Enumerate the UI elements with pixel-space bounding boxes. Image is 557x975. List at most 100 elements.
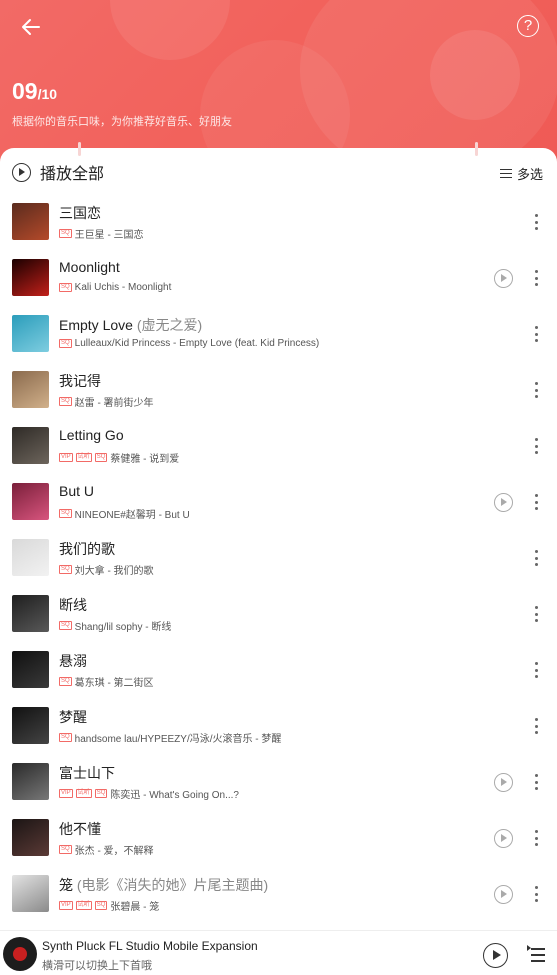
artist-album-text: Kali Uchis - Moonlight xyxy=(74,282,172,293)
quality-badge: SQ xyxy=(59,339,72,348)
song-meta: VIP 试听 SQ 陈奕迅 - What's Going On...? xyxy=(59,786,239,801)
list-icon xyxy=(499,168,512,179)
song-row[interactable]: 我记得 SQ 赵雷 - 署前街少年 xyxy=(0,371,557,427)
artist-album-text: 陈奕迅 - What's Going On...? xyxy=(110,790,239,801)
more-options-icon[interactable] xyxy=(535,270,539,286)
artist-album-text: Lulleaux/Kid Princess - Empty Love (feat… xyxy=(74,338,320,349)
song-row[interactable]: Empty Love (虚无之爱) SQ Lulleaux/Kid Princess… xyxy=(0,315,557,371)
song-title-text: 笼 xyxy=(59,877,73,893)
quality-badge: SQ xyxy=(94,901,108,910)
mv-play-icon[interactable] xyxy=(494,269,513,288)
album-disc-icon[interactable] xyxy=(3,937,37,971)
song-title-text: 三国恋 xyxy=(59,205,101,221)
song-row[interactable]: 他不懂 SQ 张杰 - 爱，不解释 xyxy=(0,819,557,875)
song-meta: SQ 葛东琪 - 第二街区 xyxy=(59,674,154,689)
song-title-text: 我们的歌 xyxy=(59,541,115,557)
help-icon[interactable]: ? xyxy=(517,15,539,37)
progress-current: 09 xyxy=(12,78,38,104)
song-row[interactable]: 梦醒 SQ handsome lau/HYPEEZY/冯泳/火滚音乐 - 梦醒 xyxy=(0,707,557,763)
song-meta: SQ NINEONE#赵馨玥 - But U xyxy=(59,506,190,521)
song-row[interactable]: Letting Go VIP 试听 SQ 蔡健雅 - 说到爱 xyxy=(0,427,557,483)
mini-player[interactable]: Synth Pluck FL Studio Mobile Expansion 横… xyxy=(0,930,557,975)
more-options-icon[interactable] xyxy=(535,830,539,846)
song-title-text: Letting Go xyxy=(59,427,124,443)
song-meta: SQ 赵雷 - 署前街少年 xyxy=(59,394,154,409)
song-row[interactable]: 富士山下 VIP 试听 SQ 陈奕迅 - What's Going On...? xyxy=(0,763,557,819)
song-title-sub: (电影《消失的她》片尾主题曲) xyxy=(73,877,269,893)
song-title-text: 我记得 xyxy=(59,373,101,389)
song-title: 断线 xyxy=(59,595,87,615)
quality-badge: 试听 xyxy=(75,901,92,910)
album-cover xyxy=(12,763,49,800)
quality-badge: 试听 xyxy=(75,789,92,798)
scroll-tick xyxy=(78,142,81,156)
artist-album-text: 刘大拿 - 我们的歌 xyxy=(74,566,154,577)
more-options-icon[interactable] xyxy=(535,382,539,398)
quality-badge: SQ xyxy=(59,509,72,518)
back-arrow-icon[interactable] xyxy=(18,14,44,40)
more-options-icon[interactable] xyxy=(535,326,539,342)
quality-badge: SQ xyxy=(59,677,72,686)
quality-badge: SQ xyxy=(59,565,72,574)
artist-album-text: 蔡健雅 - 说到爱 xyxy=(110,454,180,465)
song-title: 我们的歌 xyxy=(59,539,115,559)
song-meta: SQ Kali Uchis - Moonlight xyxy=(59,282,171,293)
album-cover xyxy=(12,539,49,576)
song-title: 梦醒 xyxy=(59,707,87,727)
song-title-text: 他不懂 xyxy=(59,821,101,837)
mv-play-icon[interactable] xyxy=(494,829,513,848)
song-meta: SQ Shang/lil sophy - 断线 xyxy=(59,618,171,633)
player-title: Synth Pluck FL Studio Mobile Expansion xyxy=(42,939,258,953)
song-meta: SQ Lulleaux/Kid Princess - Empty Love (fe… xyxy=(59,338,319,349)
album-cover xyxy=(12,259,49,296)
song-row[interactable]: 断线 SQ Shang/lil sophy - 断线 xyxy=(0,595,557,651)
song-title-text: 断线 xyxy=(59,597,87,613)
playlist-icon[interactable] xyxy=(527,945,547,965)
recommend-header: ? 09/10 根据你的音乐口味，为你推荐好音乐、好朋友 xyxy=(0,0,557,170)
play-circle-icon xyxy=(12,162,31,182)
more-options-icon[interactable] xyxy=(535,214,539,230)
more-options-icon[interactable] xyxy=(535,886,539,902)
quality-badge: SQ xyxy=(59,845,72,854)
quality-badge: VIP xyxy=(59,453,73,462)
album-cover xyxy=(12,483,49,520)
more-options-icon[interactable] xyxy=(535,606,539,622)
more-options-icon[interactable] xyxy=(535,550,539,566)
decor-bubble xyxy=(430,30,520,120)
song-title-text: But U xyxy=(59,483,95,499)
album-cover xyxy=(12,651,49,688)
multi-select-label: 多选 xyxy=(516,167,543,182)
quality-badge: SQ xyxy=(94,453,108,462)
more-options-icon[interactable] xyxy=(535,662,539,678)
song-title-sub: (虚无之爱) xyxy=(132,317,203,333)
song-row[interactable]: 笼 (电影《消失的她》片尾主题曲) VIP 试听 SQ 张碧晨 - 笼 xyxy=(0,875,557,931)
song-row[interactable]: 悬溺 SQ 葛东琪 - 第二街区 xyxy=(0,651,557,707)
album-cover xyxy=(12,875,49,912)
mv-play-icon[interactable] xyxy=(494,885,513,904)
song-row[interactable]: But U SQ NINEONE#赵馨玥 - But U xyxy=(0,483,557,539)
song-title: Letting Go xyxy=(59,427,124,443)
play-all-button[interactable]: 播放全部 xyxy=(12,162,105,183)
more-options-icon[interactable] xyxy=(535,494,539,510)
song-row[interactable]: 我们的歌 SQ 刘大拿 - 我们的歌 xyxy=(0,539,557,595)
quality-badge: SQ xyxy=(59,621,72,630)
more-options-icon[interactable] xyxy=(535,774,539,790)
album-cover xyxy=(12,595,49,632)
mv-play-icon[interactable] xyxy=(494,493,513,512)
play-all-label: 播放全部 xyxy=(40,166,105,183)
quality-badge: SQ xyxy=(59,397,72,406)
song-row[interactable]: 三国恋 SQ 王巨星 - 三国恋 xyxy=(0,203,557,259)
multi-select-button[interactable]: 多选 xyxy=(499,164,543,183)
song-title: But U xyxy=(59,483,94,499)
song-row[interactable]: Moonlight SQ Kali Uchis - Moonlight xyxy=(0,259,557,315)
artist-album-text: 张碧晨 - 笼 xyxy=(110,902,160,913)
song-meta: VIP 试听 SQ 张碧晨 - 笼 xyxy=(59,898,159,913)
album-cover xyxy=(12,707,49,744)
player-play-button[interactable] xyxy=(483,943,508,968)
mv-play-icon[interactable] xyxy=(494,773,513,792)
progress-total: /10 xyxy=(37,86,58,102)
more-options-icon[interactable] xyxy=(535,718,539,734)
more-options-icon[interactable] xyxy=(535,438,539,454)
song-meta: SQ handsome lau/HYPEEZY/冯泳/火滚音乐 - 梦醒 xyxy=(59,730,281,745)
song-title: 富士山下 xyxy=(59,763,115,783)
